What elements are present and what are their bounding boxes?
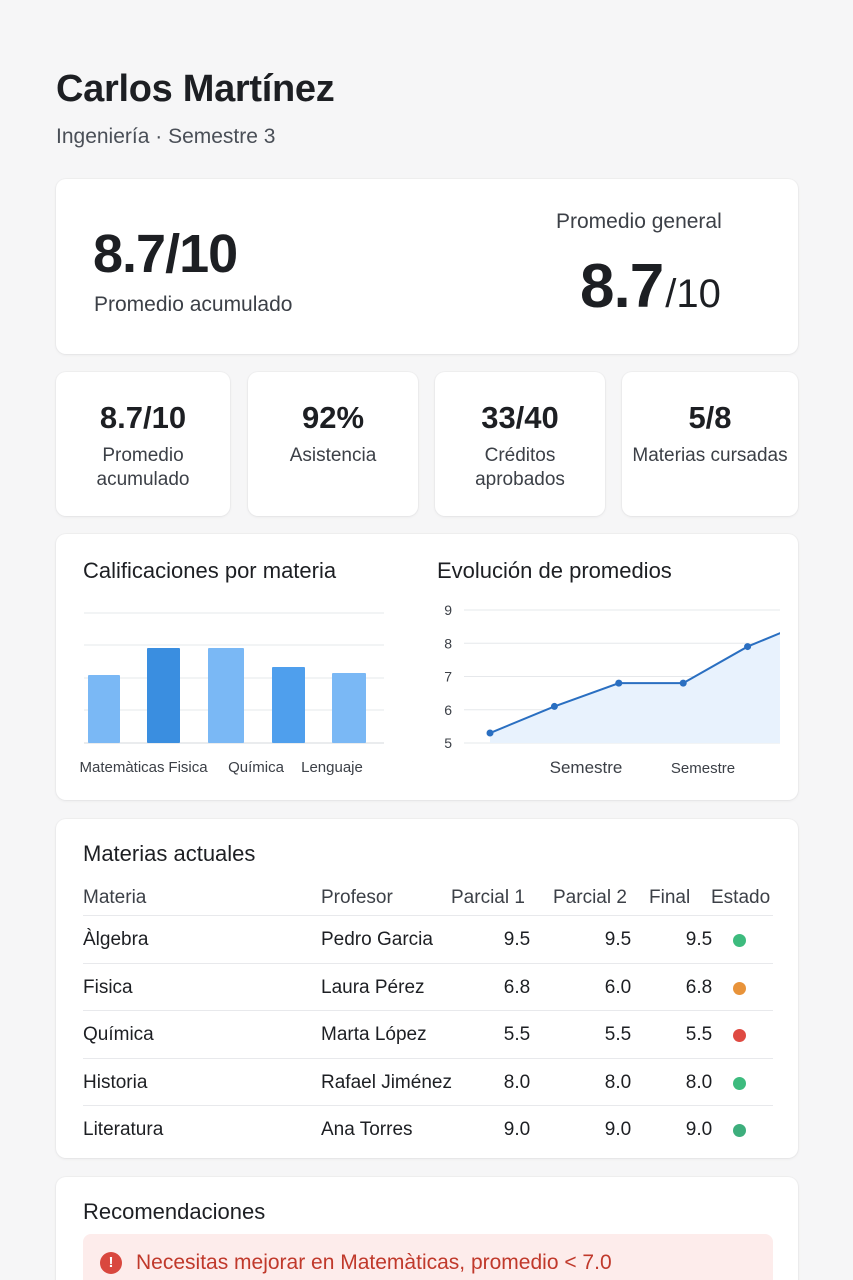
cell-materia: Literatura	[83, 1119, 164, 1140]
cell-profesor: Rafael Jiménez	[321, 1071, 452, 1093]
table-row: Fisica Laura Pérez 6.8 6.0 6.8	[83, 962, 773, 1011]
cell-profesor: Ana Torres	[321, 1119, 413, 1140]
data-point	[744, 643, 752, 651]
cell-final: 9.5	[685, 929, 713, 950]
stat-card-promedio: 8.7/10 Promedio acumulado	[56, 372, 230, 516]
cell-profesor: Laura Pérez	[321, 976, 425, 998]
stat-label: Promedio acumulado	[96, 445, 190, 490]
table-row: Historia Rafael Jiménez 8.0 8.0 8.0	[83, 1057, 773, 1106]
x-tick-label: Semestre	[550, 758, 623, 777]
x-tick-label: Fisica	[168, 759, 208, 776]
y-tick-label: 9	[444, 602, 452, 618]
bar-chart-title: Calificaciones por materia	[83, 558, 337, 583]
status-dot	[733, 1124, 746, 1137]
cell-profesor: Pedro Garcia	[321, 929, 433, 950]
table-row: Àlgebra Pedro Garcia 9.5 9.5 9.5	[83, 915, 773, 963]
cell-materia: Fisica	[83, 976, 133, 998]
bar-chart: Matemàticas Fisica Química Lenguaje	[79, 612, 384, 776]
header-parcial-2: Parcial 2	[553, 887, 627, 908]
recommendation-alert: ! Necesitas mejorar en Matemàticas, prom…	[83, 1234, 773, 1280]
cell-materia: Historia	[83, 1071, 148, 1093]
bar	[88, 675, 120, 743]
cell-profesor: Marta López	[321, 1024, 427, 1045]
general-average-label: Promedio general	[556, 210, 722, 233]
header-estado: Estado	[711, 887, 771, 908]
cell-materia: Àlgebra	[83, 929, 149, 950]
stat-value: 33/40	[481, 400, 559, 435]
y-tick-label: 7	[444, 669, 452, 685]
cell-parcial-1: 5.5	[503, 1024, 531, 1045]
cell-final: 6.8	[685, 976, 713, 998]
status-dot	[733, 1029, 746, 1042]
data-point	[550, 702, 558, 710]
summary-label: Promedio acumulado	[94, 293, 293, 316]
y-tick-label: 6	[444, 702, 452, 718]
cell-parcial-2: 5.5	[604, 1024, 632, 1045]
stat-card-asistencia: 92% Asistencia	[248, 372, 418, 516]
cell-parcial-2: 9.0	[604, 1119, 632, 1140]
charts-card: Calificaciones por materia Matemàticas Fi…	[56, 534, 798, 800]
x-tick-label: Matemàticas	[79, 759, 164, 776]
x-tick-label: Lenguaje	[301, 759, 363, 776]
table-row: Química Marta López 5.5 5.5 5.5	[83, 1010, 773, 1058]
bar	[332, 673, 366, 743]
cell-final: 9.0	[685, 1119, 713, 1140]
data-point	[486, 729, 494, 737]
stat-label: Créditos aprobados	[475, 445, 565, 490]
bar	[272, 667, 305, 743]
cell-final: 5.5	[685, 1024, 713, 1045]
summary-card: 8.7/10 Promedio acumulado Promedio gener…	[56, 179, 798, 354]
y-tick-label: 8	[444, 635, 452, 651]
table-title: Materias actuales	[83, 841, 256, 866]
header-materia: Materia	[83, 887, 147, 908]
x-tick-label: Semestre	[671, 760, 735, 777]
alert-text: Necesitas mejorar en Matemàticas, promed…	[136, 1251, 612, 1274]
cell-parcial-2: 8.0	[604, 1071, 632, 1093]
cell-parcial-1: 8.0	[503, 1071, 531, 1093]
bar	[208, 648, 244, 743]
line-chart: 98765SemestreSemestre5	[444, 602, 780, 777]
status-dot	[733, 934, 746, 947]
materias-card: Materias actuales Materia Profesor Parci…	[56, 819, 798, 1158]
header-profesor: Profesor	[321, 887, 393, 908]
summary-value: 8.7/10	[93, 224, 238, 284]
stat-label: Materias cursadas	[632, 445, 788, 466]
stat-card-creditos: 33/40 Créditos aprobados	[435, 372, 605, 516]
cell-parcial-1: 9.0	[503, 1119, 531, 1140]
table-row: Literatura Ana Torres 9.0 9.0 9.0	[83, 1105, 773, 1153]
recommendations-title: Recomendaciones	[83, 1199, 266, 1224]
page-title: Carlos Martínez	[56, 68, 335, 110]
status-dot	[733, 981, 746, 995]
cell-parcial-2: 9.5	[604, 929, 632, 950]
general-average-value: 8.7/10	[580, 251, 721, 322]
stat-card-materias: 5/8 Materias cursadas	[622, 372, 798, 516]
y-tick-label: 5	[444, 735, 452, 751]
cell-parcial-2: 6.0	[604, 976, 632, 998]
data-point	[679, 679, 687, 687]
stat-value: 92%	[301, 400, 365, 435]
general-average-number: 8.7	[580, 252, 664, 321]
recommendations-card: Recomendaciones ! Necesitas mejorar en M…	[56, 1177, 798, 1280]
stat-value: 8.7/10	[99, 400, 187, 435]
area-fill	[490, 633, 780, 743]
general-average-denominator: /10	[665, 272, 721, 316]
x-tick-label: Química	[228, 759, 285, 776]
page-subtitle: Ingeniería · Semestre 3	[56, 125, 276, 148]
line-chart-title: Evolución de promedios	[437, 558, 672, 583]
cell-final: 8.0	[685, 1071, 713, 1093]
data-point	[615, 679, 623, 687]
cell-parcial-1: 6.8	[503, 976, 531, 998]
stat-label: Asistencia	[289, 445, 377, 466]
status-dot	[733, 1076, 746, 1090]
bar	[147, 648, 180, 743]
stat-value: 5/8	[688, 400, 732, 435]
cell-materia: Química	[83, 1024, 154, 1045]
alert-icon: !	[100, 1252, 122, 1274]
header-final: Final	[649, 887, 691, 908]
header-parcial-1: Parcial 1	[451, 887, 525, 908]
cell-parcial-1: 9.5	[503, 929, 531, 950]
